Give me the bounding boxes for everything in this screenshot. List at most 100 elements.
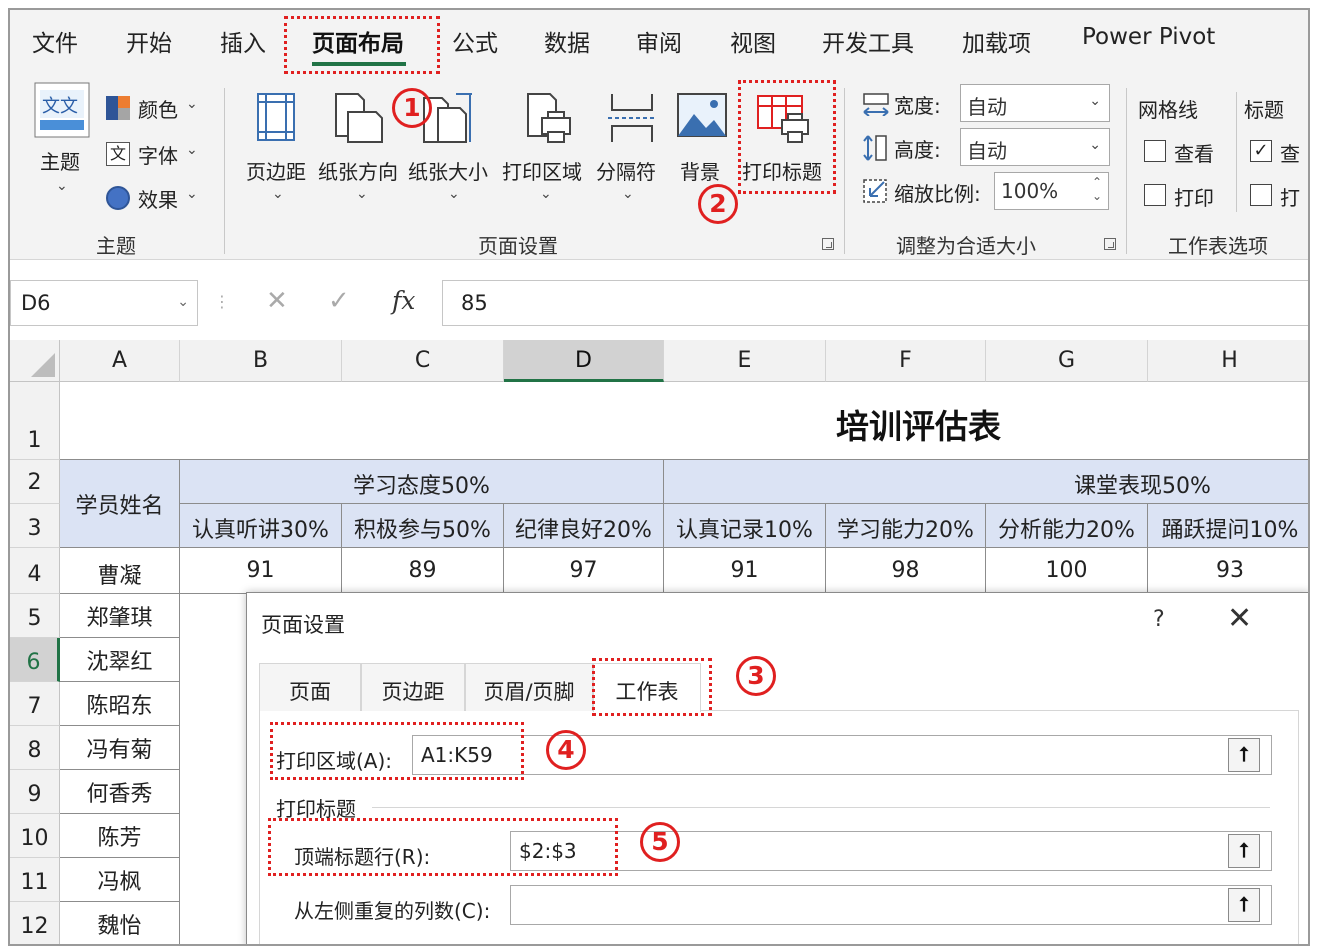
score-cell[interactable]: 91 — [180, 548, 342, 594]
subheader-cell[interactable]: 分析能力20% — [986, 504, 1148, 548]
column-header-b[interactable]: B — [180, 340, 342, 382]
scale-launcher-icon[interactable] — [1104, 238, 1116, 250]
score-cell[interactable]: 100 — [986, 548, 1148, 594]
score-cell[interactable]: 98 — [826, 548, 986, 594]
effects-icon[interactable] — [106, 186, 130, 210]
row-header-4[interactable]: 4 — [10, 548, 60, 594]
dialog-tab-page[interactable]: 页面 — [259, 663, 361, 711]
left-columns-input[interactable] — [510, 885, 1272, 925]
header-group-performance[interactable]: 课堂表现50% — [664, 460, 1308, 504]
enter-icon[interactable]: ✓ — [328, 286, 350, 316]
tab-view[interactable]: 视图 — [730, 24, 776, 58]
orientation-icon[interactable] — [332, 92, 384, 148]
effects-button[interactable]: 效果 — [138, 184, 178, 213]
print-area-icon[interactable] — [524, 92, 576, 148]
column-header-h[interactable]: H — [1148, 340, 1308, 382]
paper-size-button[interactable]: 纸张大小 — [408, 156, 488, 185]
row-header-11[interactable]: 11 — [10, 858, 60, 902]
row-header-12[interactable]: 12 — [10, 902, 60, 944]
title-row[interactable] — [60, 382, 1308, 460]
insert-function-icon[interactable]: fx — [392, 286, 415, 315]
score-cell[interactable]: 97 — [504, 548, 664, 594]
subheader-cell[interactable]: 纪律良好20% — [504, 504, 664, 548]
chevron-down-icon[interactable]: ⌄ — [448, 186, 460, 202]
theme-icon[interactable]: 文文 — [34, 82, 90, 138]
name-cell[interactable]: 冯有菊 — [60, 726, 180, 770]
name-cell[interactable]: 陈芳 — [60, 814, 180, 858]
page-setup-launcher-icon[interactable] — [822, 238, 834, 250]
width-combo[interactable]: 自动 ⌄ — [960, 84, 1110, 122]
column-header-f[interactable]: F — [826, 340, 986, 382]
headings-view-checkbox[interactable]: ✓ — [1250, 140, 1272, 162]
formula-input[interactable]: 85 — [442, 280, 1308, 326]
help-icon[interactable]: ? — [1153, 607, 1165, 632]
fonts-icon[interactable]: 文 — [106, 142, 130, 166]
score-cell[interactable]: 89 — [342, 548, 504, 594]
tab-file[interactable]: 文件 — [32, 24, 78, 58]
breaks-button[interactable]: 分隔符 — [596, 156, 656, 185]
chevron-down-icon[interactable]: ⌄ — [177, 294, 189, 310]
header-student-name[interactable]: 学员姓名 — [60, 460, 180, 548]
close-icon[interactable]: ✕ — [1227, 601, 1252, 636]
row-header-10[interactable]: 10 — [10, 814, 60, 858]
tab-home[interactable]: 开始 — [126, 24, 172, 58]
name-cell[interactable]: 陈昭东 — [60, 682, 180, 726]
tab-insert[interactable]: 插入 — [220, 24, 266, 58]
tab-developer[interactable]: 开发工具 — [822, 24, 914, 58]
chevron-down-icon[interactable]: ⌄ — [186, 186, 198, 202]
headings-print-checkbox[interactable] — [1250, 184, 1272, 206]
tab-formulas[interactable]: 公式 — [452, 24, 498, 58]
height-combo[interactable]: 自动 ⌄ — [960, 128, 1110, 166]
name-cell[interactable]: 何香秀 — [60, 770, 180, 814]
score-cell[interactable]: 91 — [664, 548, 826, 594]
column-header-d[interactable]: D — [504, 340, 664, 382]
collapse-dialog-icon[interactable]: ⭡ — [1228, 834, 1260, 868]
row-header-2[interactable]: 2 — [10, 460, 60, 504]
row-header-8[interactable]: 8 — [10, 726, 60, 770]
chevron-down-icon[interactable]: ⌄ — [1089, 93, 1101, 109]
row-header-1[interactable]: 1 — [10, 382, 60, 460]
chevron-down-icon[interactable]: ⌄ — [186, 96, 198, 112]
chevron-down-icon[interactable]: ⌄ — [56, 178, 68, 194]
subheader-cell[interactable]: 踊跃提问10% — [1148, 504, 1308, 548]
spinner-arrows-icon[interactable]: ⌃ ⌄ — [1092, 175, 1102, 203]
margins-icon[interactable] — [256, 92, 296, 146]
chevron-down-icon[interactable]: ⌄ — [622, 186, 634, 202]
dialog-tab-header-footer[interactable]: 页眉/页脚 — [465, 663, 593, 711]
breaks-icon[interactable] — [606, 92, 658, 148]
gridlines-print-checkbox[interactable] — [1144, 184, 1166, 206]
name-cell[interactable]: 曹凝 — [60, 548, 180, 594]
theme-button-label[interactable]: 主题 — [40, 146, 80, 175]
name-cell[interactable]: 魏怡 — [60, 902, 180, 944]
background-icon[interactable] — [676, 92, 728, 142]
score-cell[interactable]: 93 — [1148, 548, 1308, 594]
tab-data[interactable]: 数据 — [544, 24, 590, 58]
select-all-button[interactable] — [10, 340, 60, 382]
column-header-c[interactable]: C — [342, 340, 504, 382]
colors-button[interactable]: 颜色 — [138, 94, 178, 123]
subheader-cell[interactable]: 学习能力20% — [826, 504, 986, 548]
subheader-cell[interactable]: 认真听讲30% — [180, 504, 342, 548]
column-header-e[interactable]: E — [664, 340, 826, 382]
chevron-down-icon[interactable]: ⌄ — [540, 186, 552, 202]
row-header-5[interactable]: 5 — [10, 594, 60, 638]
name-cell[interactable]: 沈翠红 — [60, 638, 180, 682]
row-header-6[interactable]: 6 — [10, 638, 60, 682]
fonts-button[interactable]: 字体 — [138, 140, 178, 169]
margins-button[interactable]: 页边距 — [246, 156, 306, 185]
tab-review[interactable]: 审阅 — [636, 24, 682, 58]
print-area-button[interactable]: 打印区域 — [502, 156, 582, 185]
print-area-input[interactable]: A1:K59 — [412, 735, 1272, 775]
orientation-button[interactable]: 纸张方向 — [318, 156, 398, 185]
column-header-g[interactable]: G — [986, 340, 1148, 382]
colors-icon[interactable] — [106, 96, 130, 120]
subheader-cell[interactable]: 认真记录10% — [664, 504, 826, 548]
gridlines-view-checkbox[interactable] — [1144, 140, 1166, 162]
chevron-down-icon[interactable]: ⌄ — [1089, 137, 1101, 153]
tab-power-pivot[interactable]: Power Pivot — [1082, 24, 1215, 50]
name-cell[interactable]: 郑肇琪 — [60, 594, 180, 638]
name-cell[interactable]: 冯枫 — [60, 858, 180, 902]
row-header-7[interactable]: 7 — [10, 682, 60, 726]
chevron-down-icon[interactable]: ⌄ — [186, 142, 198, 158]
collapse-dialog-icon[interactable]: ⭡ — [1228, 738, 1260, 772]
